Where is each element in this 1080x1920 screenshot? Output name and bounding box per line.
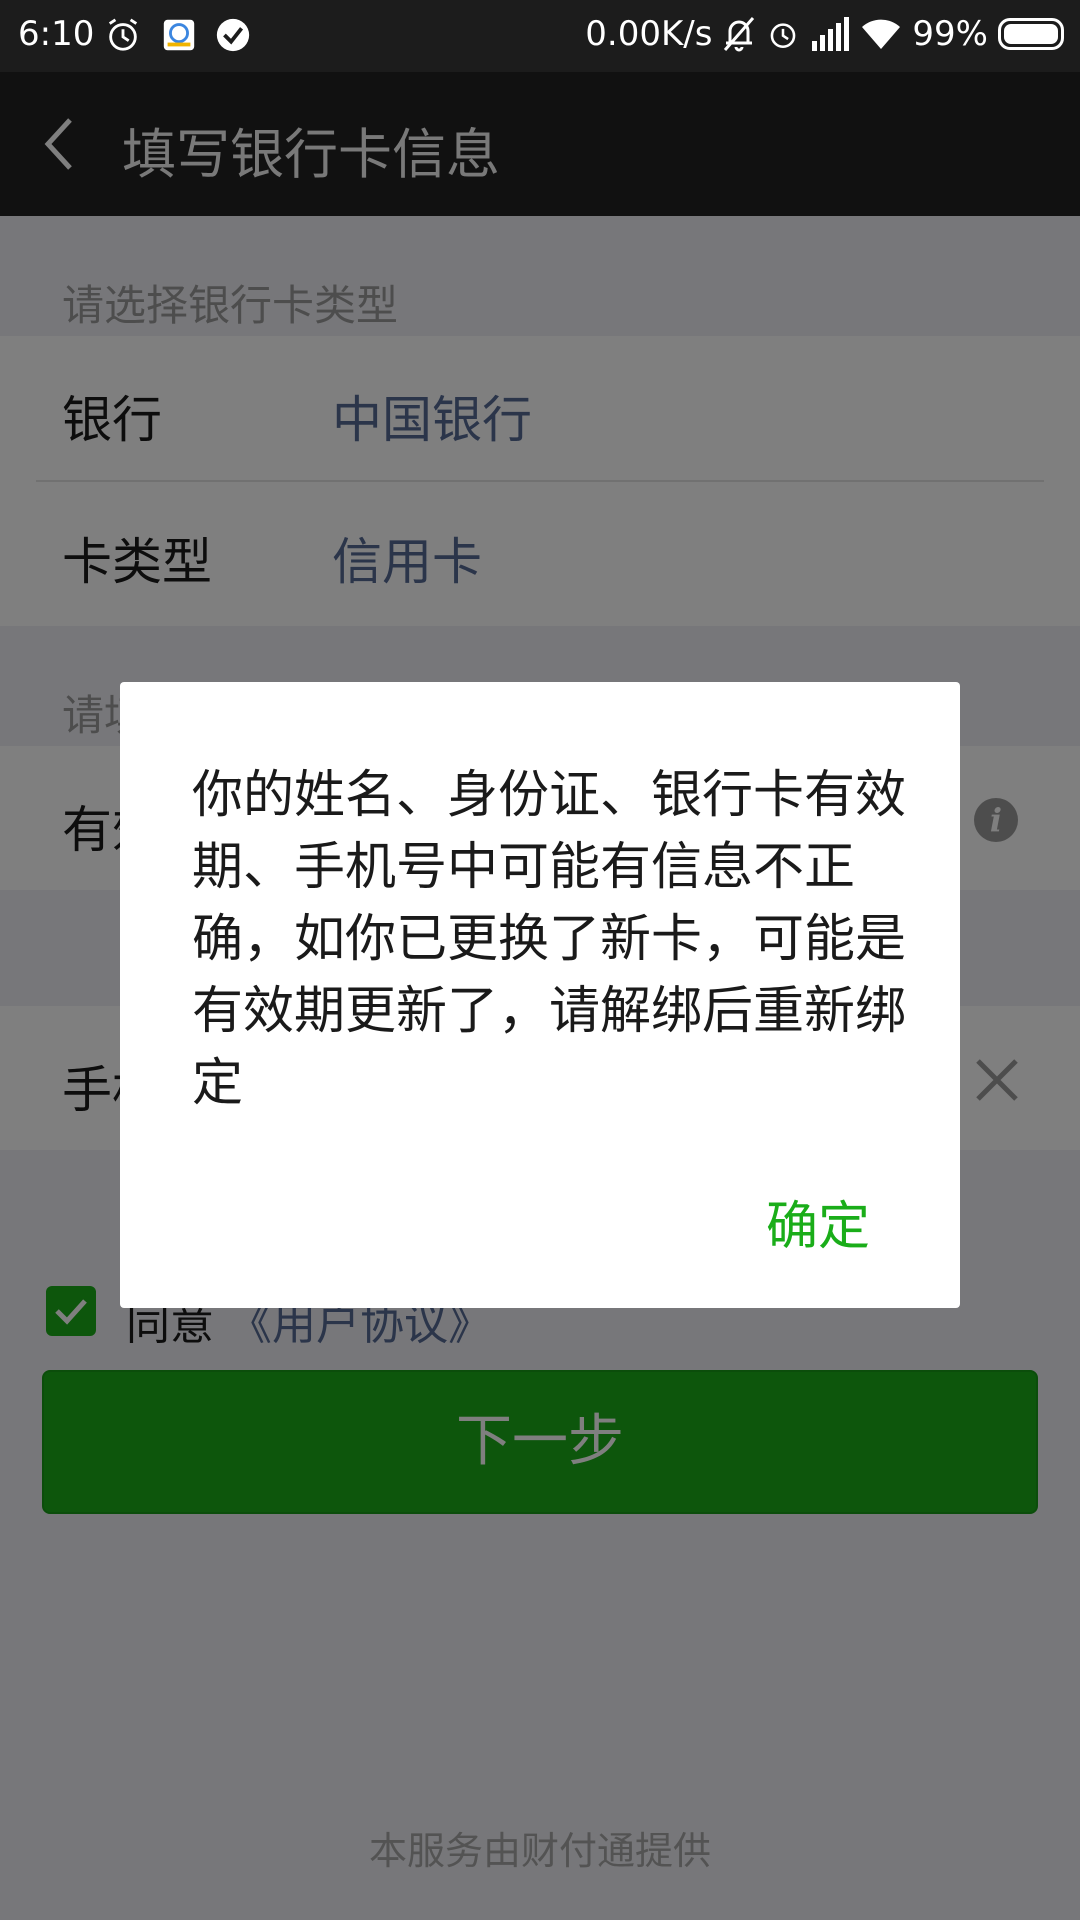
status-time: 6:10	[18, 14, 95, 54]
app-notification-icon	[163, 19, 195, 51]
dialog-message: 你的姓名、身份证、银行卡有效期、手机号中可能有信息不正确，如你已更换了新卡，可能…	[192, 766, 907, 1113]
check-circle-icon	[216, 18, 250, 52]
mute-bell-icon	[724, 17, 755, 52]
alarm-icon	[108, 18, 138, 51]
error-dialog: 你的姓名、身份证、银行卡有效期、手机号中可能有信息不正确，如你已更换了新卡，可能…	[120, 682, 960, 1308]
dialog-ok-button[interactable]: 确定	[766, 1184, 870, 1259]
battery-icon	[998, 18, 1064, 50]
wifi-icon	[862, 19, 901, 49]
status-right: 0.00K/s 99%	[585, 14, 1064, 54]
status-bar: 6:10 0.00K/s 99%	[0, 0, 1080, 72]
signal-icon	[812, 17, 850, 51]
battery-percent: 99%	[912, 14, 988, 54]
net-speed: 0.00K/s	[585, 14, 713, 54]
alarm-icon-right	[771, 23, 796, 49]
